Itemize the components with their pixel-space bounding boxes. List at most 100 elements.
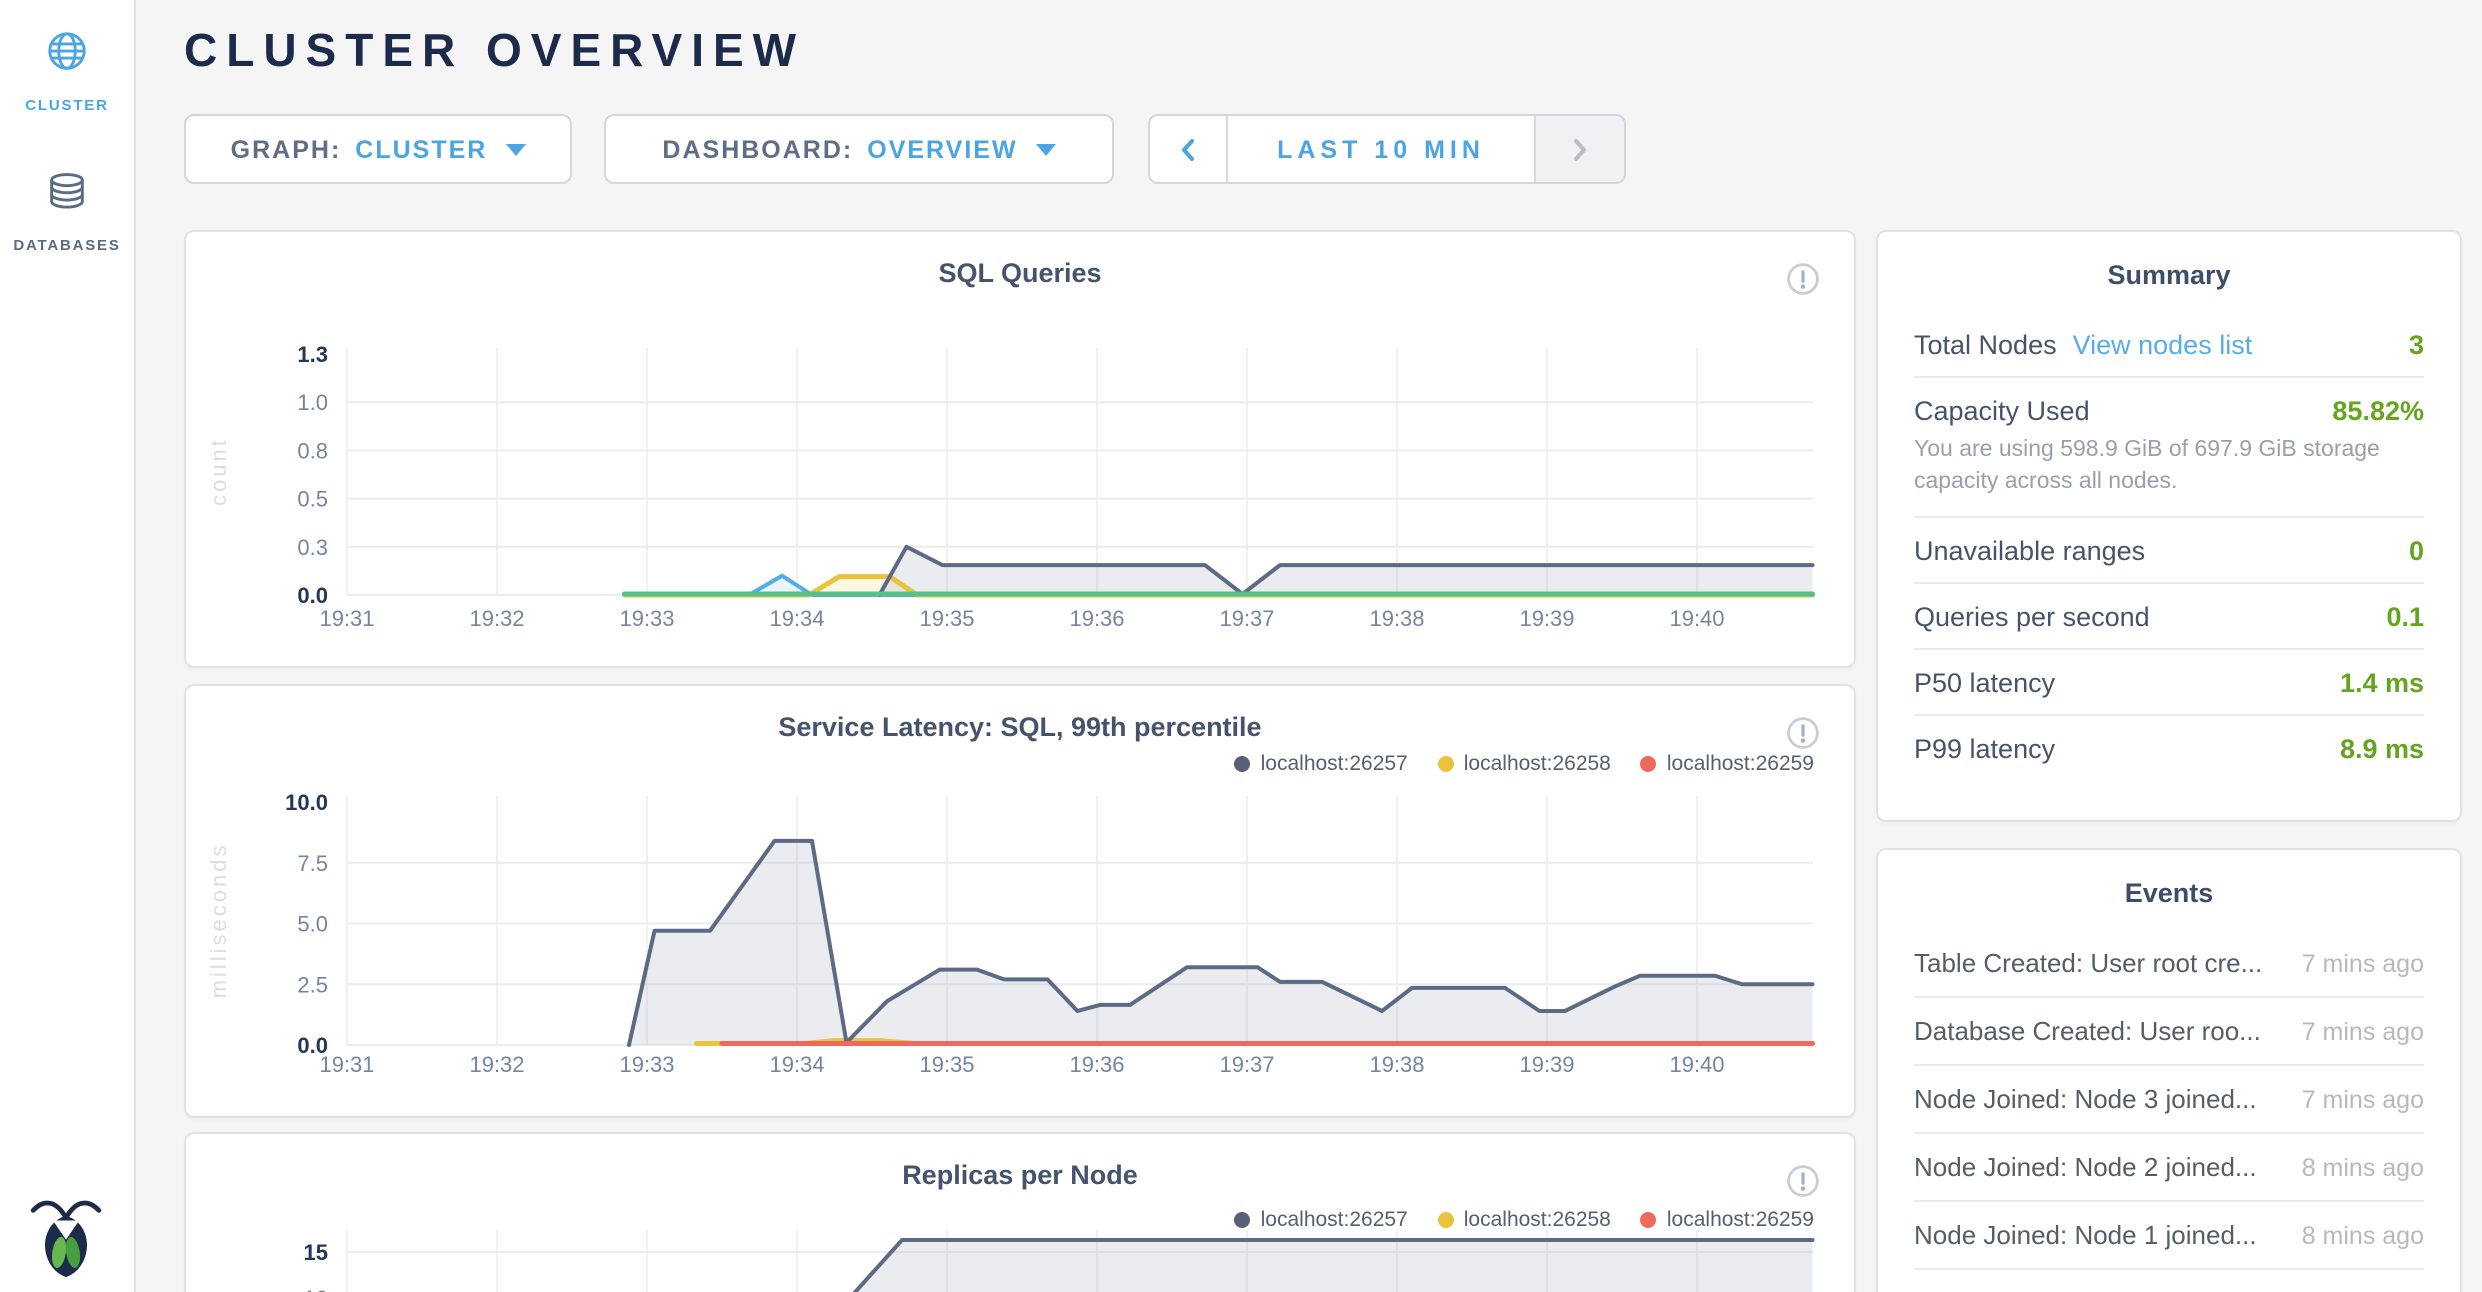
legend-item: localhost:26257 bbox=[1235, 1208, 1408, 1232]
summary-label: Unavailable ranges bbox=[1914, 536, 2145, 566]
summary-value: 0 bbox=[2409, 536, 2424, 566]
svg-text:19:37: 19:37 bbox=[1219, 1052, 1274, 1077]
chevron-right-icon bbox=[1570, 135, 1590, 163]
event-time: 8 mins ago bbox=[2302, 1153, 2424, 1181]
info-icon[interactable] bbox=[1786, 1164, 1820, 1208]
chart-title: SQL Queries bbox=[186, 258, 1854, 288]
page-title: CLUSTER OVERVIEW bbox=[184, 24, 805, 78]
legend-dot-icon bbox=[1438, 1212, 1454, 1228]
cockroachdb-logo-icon[interactable] bbox=[28, 1194, 104, 1278]
dashboard-dropdown[interactable]: DASHBOARD: OVERVIEW bbox=[604, 114, 1114, 184]
svg-text:0.5: 0.5 bbox=[297, 487, 328, 512]
summary-label: Total Nodes bbox=[1914, 329, 2057, 359]
sidebar-item-label: CLUSTER bbox=[25, 96, 108, 114]
summary-value: 0.1 bbox=[2386, 602, 2424, 632]
time-window-selector: LAST 10 MIN bbox=[1148, 114, 1626, 184]
graph-dropdown[interactable]: GRAPH: CLUSTER bbox=[184, 114, 572, 184]
app-root: CLUSTER DATABASES bbox=[0, 0, 2482, 1292]
svg-text:19:35: 19:35 bbox=[919, 1052, 974, 1077]
event-row[interactable]: Database Created: User roo... 7 mins ago bbox=[1914, 996, 2424, 1064]
summary-value: 3 bbox=[2409, 329, 2424, 359]
svg-text:19:39: 19:39 bbox=[1519, 606, 1574, 631]
summary-subtext: You are using 598.9 GiB of 697.9 GiB sto… bbox=[1914, 433, 2424, 500]
sql-queries-chart: 19:31 19:32 19:33 19:34 19:35 19:36 19:37 19:38… bbox=[186, 232, 1850, 662]
view-nodes-list-link[interactable]: View nodes list bbox=[2073, 329, 2253, 359]
svg-text:10: 10 bbox=[304, 1286, 328, 1292]
sidebar-item-cluster[interactable]: CLUSTER bbox=[0, 28, 134, 114]
info-icon[interactable] bbox=[1786, 262, 1820, 306]
controls-bar: GRAPH: CLUSTER DASHBOARD: OVERVIEW LAST … bbox=[184, 114, 1626, 184]
summary-label: Capacity Used bbox=[1914, 395, 2090, 425]
legend-item: localhost:26259 bbox=[1641, 1208, 1814, 1232]
summary-rows: Total Nodes View nodes list 3 Capacity Used… bbox=[1914, 312, 2424, 781]
svg-text:19:38: 19:38 bbox=[1369, 606, 1424, 631]
events-title: Events bbox=[1878, 878, 2460, 908]
graph-dropdown-label: GRAPH: bbox=[231, 135, 342, 163]
sidebar-item-databases[interactable]: DATABASES bbox=[0, 168, 134, 254]
event-row[interactable]: Node Joined: Node 2 joined... 8 mins ago bbox=[1914, 1132, 2424, 1200]
event-time: 7 mins ago bbox=[2302, 1017, 2424, 1045]
time-window-label[interactable]: LAST 10 MIN bbox=[1228, 116, 1534, 182]
svg-text:0.8: 0.8 bbox=[297, 438, 328, 463]
info-icon[interactable] bbox=[1786, 716, 1820, 760]
legend-item: localhost:26258 bbox=[1438, 752, 1611, 776]
svg-text:19:33: 19:33 bbox=[619, 606, 674, 631]
svg-text:19:31: 19:31 bbox=[319, 606, 374, 631]
sidebar: CLUSTER DATABASES bbox=[0, 0, 136, 1292]
legend-dot-icon bbox=[1438, 756, 1454, 772]
summary-label: Queries per second bbox=[1914, 602, 2150, 632]
summary-label: P99 latency bbox=[1914, 734, 2055, 764]
svg-text:19:32: 19:32 bbox=[469, 606, 524, 631]
summary-row: Total Nodes View nodes list 3 bbox=[1914, 312, 2424, 376]
summary-value: 85.82% bbox=[2332, 395, 2424, 425]
summary-title: Summary bbox=[1878, 260, 2460, 290]
svg-text:0.3: 0.3 bbox=[297, 535, 328, 560]
svg-text:19:34: 19:34 bbox=[769, 606, 824, 631]
summary-label: P50 latency bbox=[1914, 668, 2055, 698]
svg-text:19:34: 19:34 bbox=[769, 1052, 824, 1077]
svg-text:5.0: 5.0 bbox=[297, 912, 328, 937]
svg-text:15: 15 bbox=[304, 1240, 328, 1265]
time-window-next-button[interactable] bbox=[1534, 116, 1624, 182]
event-text: Node Joined: Node 1 joined... bbox=[1914, 1220, 2257, 1250]
svg-text:1.0: 1.0 bbox=[297, 390, 328, 415]
svg-text:19:37: 19:37 bbox=[1219, 606, 1274, 631]
replicas-per-node-chart-card: Replicas per Node localhost:26257localho… bbox=[184, 1132, 1856, 1292]
event-text: Node Joined: Node 2 joined... bbox=[1914, 1152, 2257, 1182]
summary-row: Queries per second 0.1 bbox=[1914, 583, 2424, 649]
svg-text:19:39: 19:39 bbox=[1519, 1052, 1574, 1077]
svg-text:19:32: 19:32 bbox=[469, 1052, 524, 1077]
svg-text:19:36: 19:36 bbox=[1069, 606, 1124, 631]
event-text: Table Created: User root cre... bbox=[1914, 948, 2262, 978]
summary-row: Capacity Used 85.82% You are using 598.9 G… bbox=[1914, 376, 2424, 517]
legend-item: localhost:26257 bbox=[1235, 752, 1408, 776]
sql-queries-chart-card: SQL Queries 19:3119:3219:3319:3419:3519:… bbox=[184, 230, 1856, 668]
svg-text:19:36: 19:36 bbox=[1069, 1052, 1124, 1077]
svg-text:0.0: 0.0 bbox=[297, 583, 328, 608]
event-time: 8 mins ago bbox=[2302, 1221, 2424, 1249]
graph-dropdown-value: CLUSTER bbox=[355, 135, 487, 163]
event-time: 7 mins ago bbox=[2302, 949, 2424, 977]
svg-text:19:33: 19:33 bbox=[619, 1052, 674, 1077]
legend-dot-icon bbox=[1235, 756, 1251, 772]
svg-text:1.3: 1.3 bbox=[297, 342, 328, 367]
svg-text:count: count bbox=[206, 437, 231, 506]
event-text: Database Created: User roo... bbox=[1914, 1016, 2261, 1046]
event-row[interactable]: Node Joined: Node 1 joined... 8 mins ago bbox=[1914, 1200, 2424, 1270]
event-row[interactable]: Node Joined: Node 3 joined...7 mins ago bbox=[1914, 1064, 2424, 1132]
event-time: 7 mins ago bbox=[2302, 1085, 2424, 1113]
legend-dot-icon bbox=[1641, 1212, 1657, 1228]
svg-text:19:35: 19:35 bbox=[919, 606, 974, 631]
time-window-prev-button[interactable] bbox=[1150, 116, 1228, 182]
summary-row: P99 latency 8.9 ms bbox=[1914, 715, 2424, 781]
summary-value: 8.9 ms bbox=[2340, 734, 2424, 764]
svg-text:7.5: 7.5 bbox=[297, 851, 328, 876]
svg-text:2.5: 2.5 bbox=[297, 972, 328, 997]
chart-legend: localhost:26257localhost:26258localhost:… bbox=[1235, 752, 1814, 776]
summary-row: Unavailable ranges 0 bbox=[1914, 517, 2424, 583]
event-row[interactable]: Table Created: User root cre... 7 mins ag… bbox=[1914, 930, 2424, 996]
sidebar-item-label: DATABASES bbox=[13, 236, 120, 254]
legend-dot-icon bbox=[1641, 756, 1657, 772]
summary-value: 1.4 ms bbox=[2340, 668, 2424, 698]
legend-item: localhost:26258 bbox=[1438, 1208, 1611, 1232]
